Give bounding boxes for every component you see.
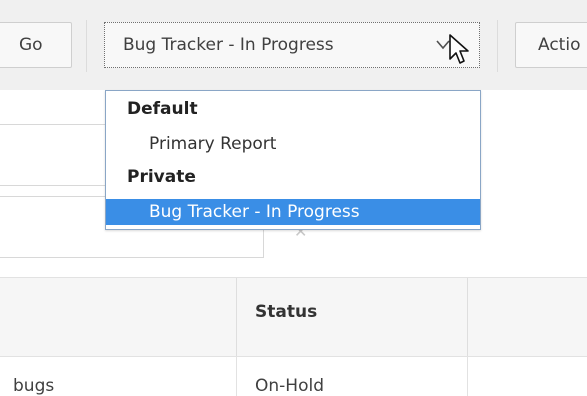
menu-group-default: Default <box>127 99 198 119</box>
table-header: Status <box>0 277 587 357</box>
toolbar-separator <box>86 20 87 72</box>
column-divider <box>236 356 237 396</box>
report-toolbar: Go Bug Tracker - In Progress Actio <box>0 0 587 90</box>
menu-option-bug-tracker[interactable]: Bug Tracker - In Progress <box>106 199 480 225</box>
table-cell-status: On-Hold <box>255 376 324 396</box>
menu-option-primary-report[interactable]: Primary Report <box>106 131 480 157</box>
table-cell: bugs <box>13 376 55 396</box>
search-field[interactable] <box>0 124 106 186</box>
menu-group-private: Private <box>127 167 196 187</box>
saved-report-select[interactable]: Bug Tracker - In Progress <box>104 22 480 68</box>
toolbar-separator <box>497 20 498 72</box>
saved-report-dropdown-menu: Default Primary Report Private Bug Track… <box>105 90 481 230</box>
column-header-status[interactable]: Status <box>255 302 317 322</box>
go-button[interactable]: Go <box>0 22 72 68</box>
column-divider <box>236 278 237 356</box>
column-divider <box>467 278 468 356</box>
mouse-pointer-icon <box>448 33 474 84</box>
table-row: bugs On-Hold <box>0 356 587 396</box>
report-select-value: Bug Tracker - In Progress <box>123 35 334 55</box>
column-divider <box>467 356 468 396</box>
actions-button[interactable]: Actio <box>515 22 587 68</box>
